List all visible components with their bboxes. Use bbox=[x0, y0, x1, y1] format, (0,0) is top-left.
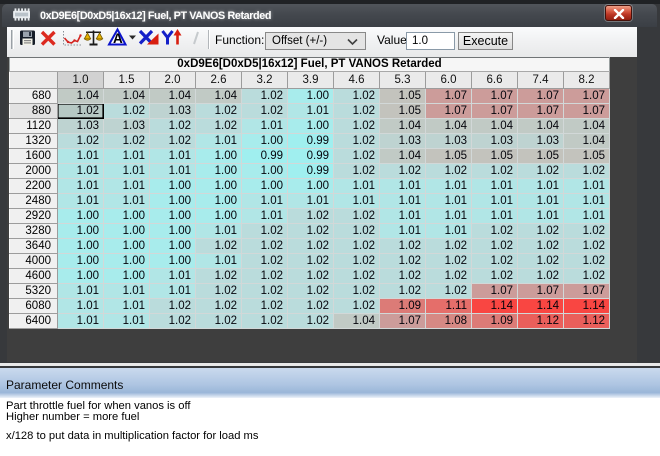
svg-text:A: A bbox=[113, 31, 123, 46]
